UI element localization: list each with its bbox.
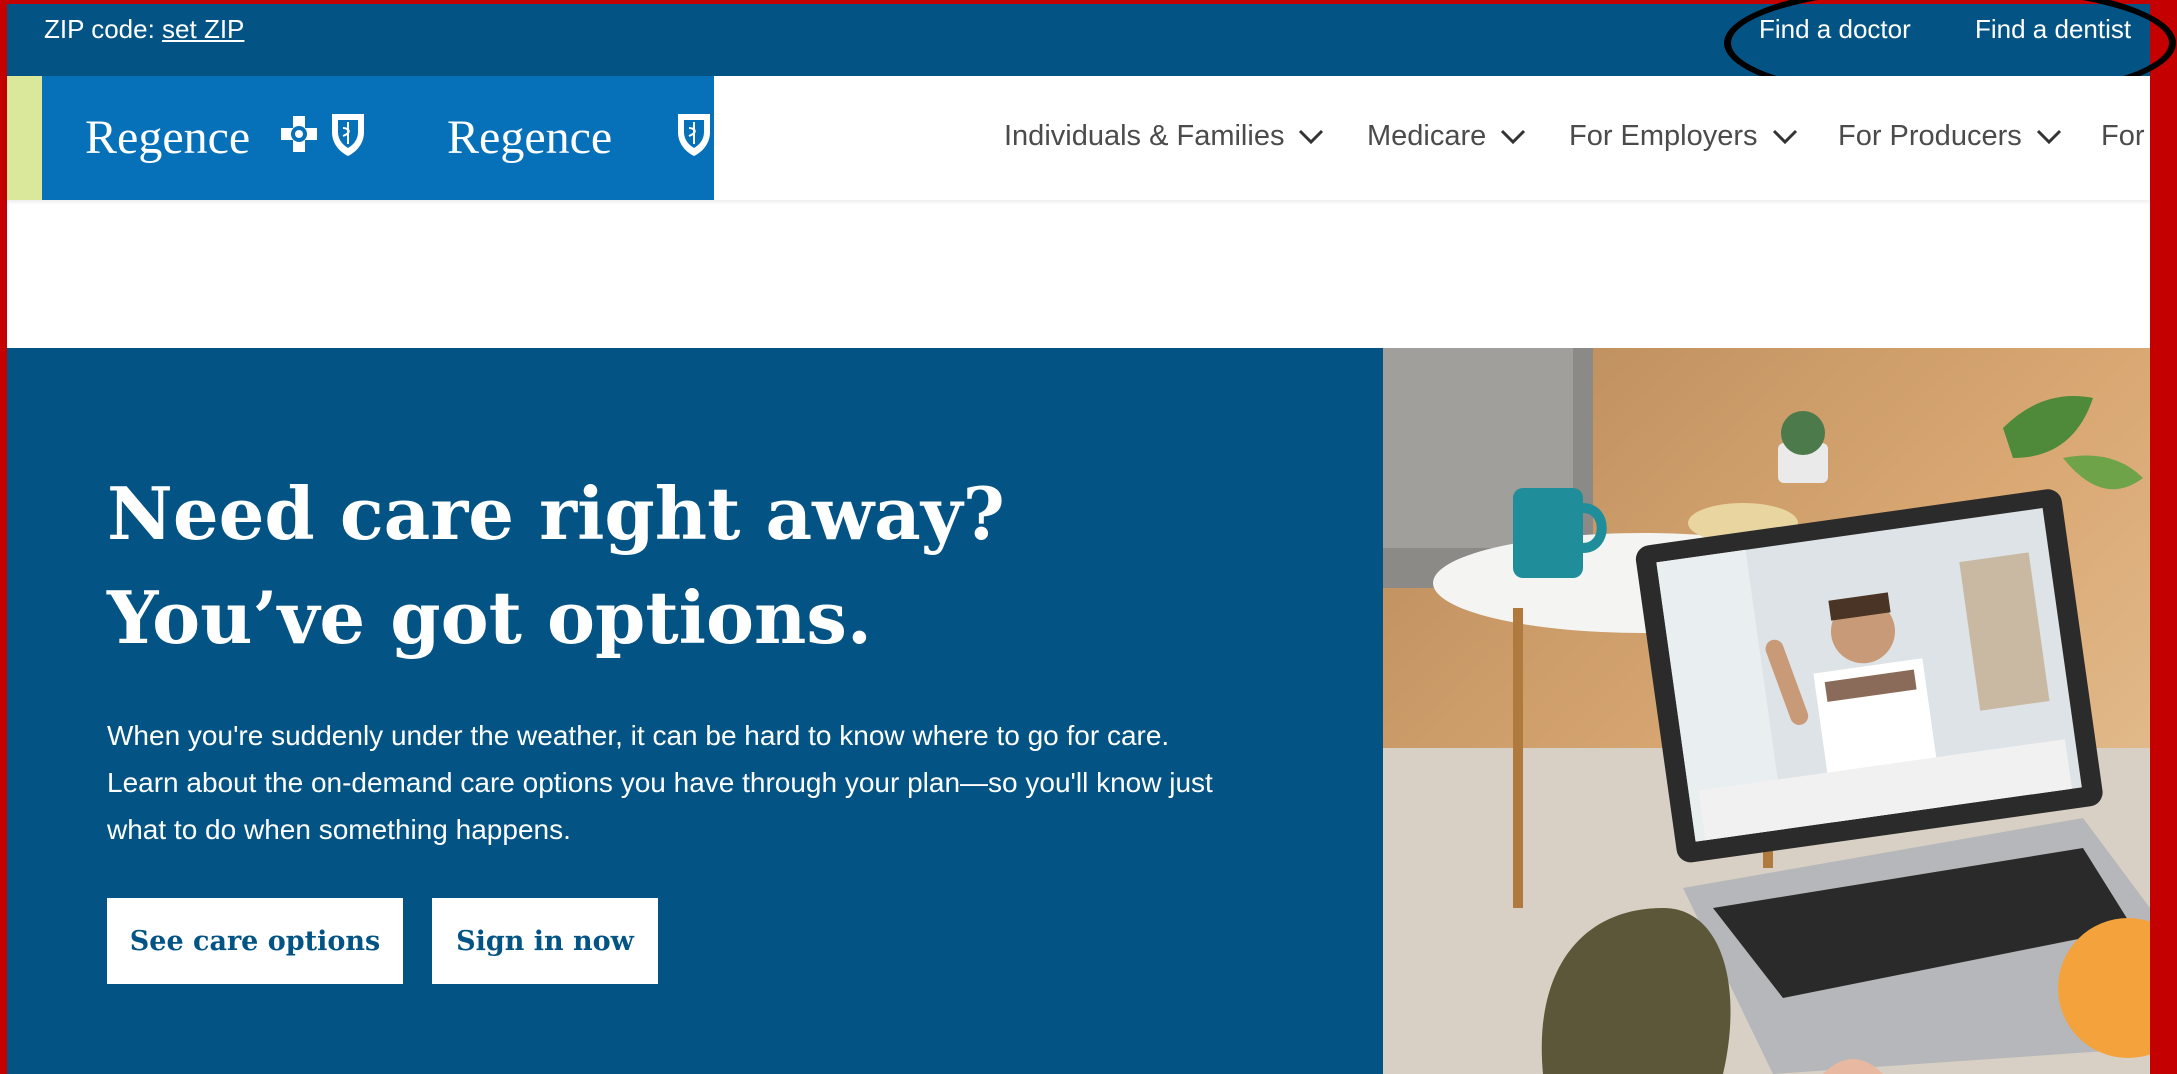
chevron-down-icon — [1501, 129, 1526, 144]
nav-individuals-families[interactable]: Individuals & Families — [1004, 120, 1324, 153]
nav-label: For Producers — [1838, 120, 2022, 152]
zip-label: ZIP code: — [44, 14, 155, 44]
nav-label: For — [2101, 120, 2145, 152]
hero-title-line-2: You’ve got options. — [107, 575, 872, 660]
nav-label: For Employers — [1569, 120, 1758, 152]
chevron-down-icon — [2036, 129, 2061, 144]
nav-for-employers[interactable]: For Employers — [1569, 120, 1798, 153]
logo-area[interactable]: Regence Regence — [42, 76, 714, 200]
see-care-options-button[interactable]: See care options — [107, 898, 403, 984]
nav-label: Individuals & Families — [1004, 120, 1285, 152]
nav-for-truncated[interactable]: For — [2101, 120, 2150, 153]
hero-body-line-3: what to do when something happens. — [107, 814, 571, 845]
sign-in-now-button[interactable]: Sign in now — [432, 898, 658, 984]
hero-photo-telehealth — [1383, 348, 2150, 1074]
nav-for-producers[interactable]: For Producers — [1838, 120, 2062, 153]
hero-title-line-1: Need care right away? — [107, 471, 1005, 556]
zip-code: ZIP code: set ZIP — [44, 14, 244, 45]
nav-medicare[interactable]: Medicare — [1367, 120, 1526, 153]
regence-logo-text-2: Regence — [447, 111, 613, 164]
telehealth-illustration — [1383, 348, 2150, 1074]
hero-body-line-2: Learn about the on-demand care options y… — [107, 767, 1213, 798]
hero-panel: Need care right away? You’ve got options… — [7, 348, 1383, 1074]
hero-body-line-1: When you're suddenly under the weather, … — [107, 720, 1170, 751]
annotation-frame-right — [2150, 0, 2177, 1074]
chevron-down-icon — [1299, 129, 1324, 144]
annotation-frame-left — [0, 0, 7, 1074]
nav-label: Medicare — [1367, 120, 1487, 152]
blue-cross-icon — [281, 116, 317, 152]
regence-logo-text-1: Regence — [85, 111, 251, 164]
blue-shield-icon — [678, 114, 710, 156]
hero-title: Need care right away? You’ve got options… — [107, 462, 1307, 670]
set-zip-link[interactable]: set ZIP — [162, 14, 244, 44]
accent-strip — [7, 76, 42, 200]
chevron-down-icon — [1772, 129, 1797, 144]
hero-description: When you're suddenly under the weather, … — [107, 712, 1337, 853]
blue-shield-icon — [332, 114, 364, 156]
site-header: Regence Regence Individuals & Families M… — [7, 76, 2150, 200]
